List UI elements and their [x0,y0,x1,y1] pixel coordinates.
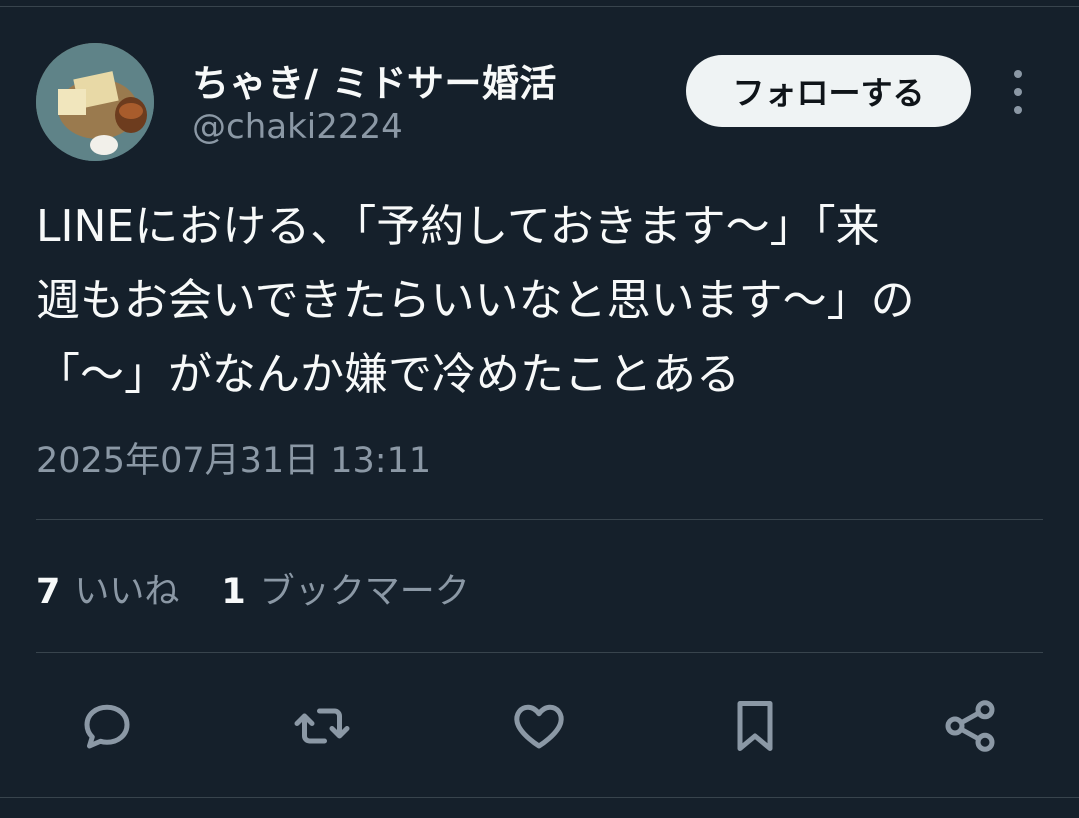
avatar-image [36,43,154,161]
tweet-text: LINEにおける、「予約しておきます〜」「来 週もお会いできたらいいなと思います… [36,190,1046,412]
follow-button[interactable]: フォローする [686,55,971,127]
reply-button[interactable] [71,690,143,762]
engagement-stats: 7 いいね 1 ブックマーク [36,563,470,614]
like-icon [514,704,564,749]
bookmarks-label[interactable]: ブックマーク [260,563,470,614]
tweet-text-line: 「〜」がなんか嫌で冷めたことある [36,349,740,400]
like-button[interactable] [503,690,575,762]
bottom-divider [0,797,1079,798]
tweet-timestamp[interactable]: 2025年07月31日 13:11 [36,432,431,483]
divider [36,519,1043,520]
bookmark-icon [737,701,773,751]
more-options-icon[interactable] [1006,70,1030,114]
author-display-name[interactable]: ちゃき/ ミドサー婚活 [192,53,557,107]
top-divider [0,6,1079,7]
retweet-button[interactable] [286,690,358,762]
retweet-icon [294,708,350,744]
author-handle[interactable]: @chaki2224 [192,107,403,147]
share-icon [945,700,995,752]
reply-icon [84,704,130,749]
share-button[interactable] [934,690,1006,762]
tweet-text-line: LINEにおける、「予約しておきます〜」「来 [36,201,880,252]
divider [36,652,1043,653]
avatar[interactable] [36,43,154,161]
action-bar [0,690,1079,762]
likes-count[interactable]: 7 [36,572,60,612]
likes-label[interactable]: いいね [74,563,179,614]
tweet-text-line: 週もお会いできたらいいなと思います〜」の [36,275,915,326]
bookmarks-count[interactable]: 1 [221,572,245,612]
bookmark-button[interactable] [719,690,791,762]
